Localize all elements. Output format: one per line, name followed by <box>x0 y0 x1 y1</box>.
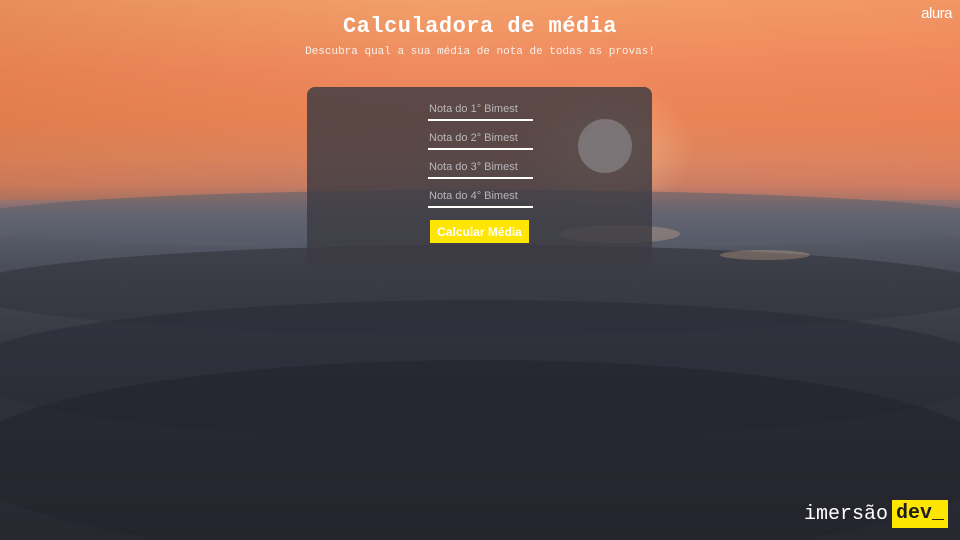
grade-form: Calcular Média <box>307 87 652 268</box>
page-subtitle: Descubra qual a sua média de nota de tod… <box>305 46 655 58</box>
calculate-average-button[interactable]: Calcular Média <box>430 220 529 243</box>
imersao-dev-logo: imersão dev_ <box>804 500 948 528</box>
grade-input-2[interactable] <box>428 128 533 150</box>
alura-logo: alura <box>921 5 952 22</box>
sunset-ocean-background <box>0 0 960 540</box>
page-title: Calculadora de média <box>342 14 618 39</box>
grade-input-1[interactable] <box>428 99 533 121</box>
logo-badge: dev_ <box>891 500 948 528</box>
grade-input-3[interactable] <box>428 157 533 179</box>
grade-input-4[interactable] <box>428 186 533 208</box>
logo-word: imersão <box>803 502 888 526</box>
sun-glint <box>720 250 810 260</box>
